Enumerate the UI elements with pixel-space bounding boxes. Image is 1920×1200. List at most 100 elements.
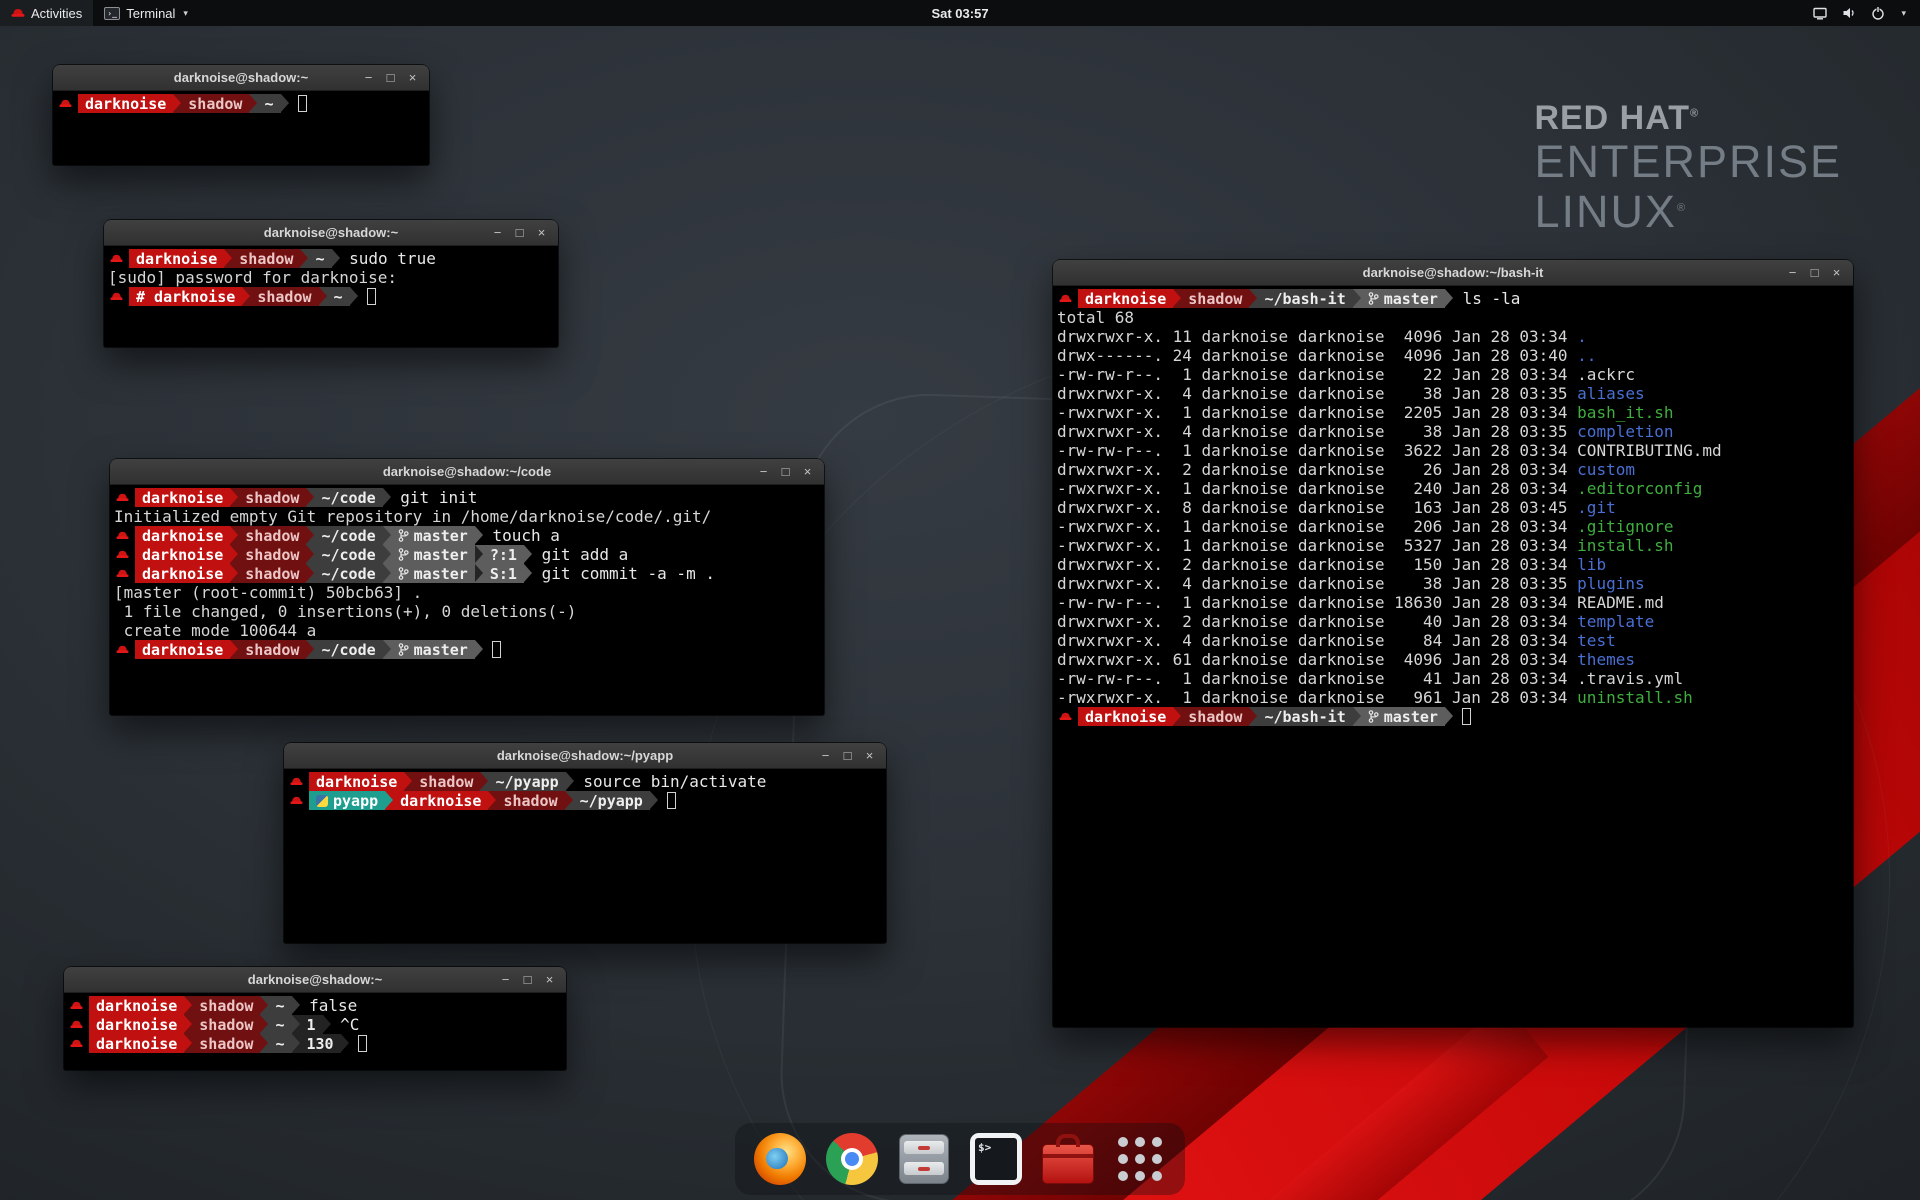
- powerline-arrow: [480, 772, 488, 791]
- minimize-button[interactable]: −: [498, 967, 513, 993]
- prompt-segment-host: shadow: [238, 526, 306, 545]
- top-bar: Activities Terminal ▾ Sat 03:57 ▾: [0, 0, 1920, 26]
- window-titlebar[interactable]: darknoise@shadow:~/bash-it−□×: [1053, 260, 1853, 286]
- terminal-content[interactable]: darknoiseshadow~ sudo true[sudo] passwor…: [104, 246, 558, 347]
- redhat-icon: [110, 287, 125, 306]
- powerline-arrow: [242, 287, 250, 306]
- clock[interactable]: Sat 03:57: [931, 6, 988, 21]
- chevron-down-icon: ▾: [183, 8, 188, 19]
- output-line: drwxrwxr-x. 4 darknoise darknoise 38 Jan…: [1057, 422, 1849, 441]
- powerline-arrow: [260, 996, 268, 1015]
- prompt-segment-path: ~/bash-it: [1257, 707, 1352, 726]
- powerline-arrow: [306, 640, 314, 659]
- prompt-line: darknoiseshadow~/bash-itmaster: [1057, 707, 1849, 726]
- prompt-segment-user: darknoise: [89, 1034, 184, 1053]
- window-titlebar[interactable]: darknoise@shadow:~−□ ×: [104, 220, 558, 246]
- maximize-button[interactable]: □: [1807, 260, 1822, 286]
- prompt-segment-host: shadow: [1181, 289, 1249, 308]
- minimize-button[interactable]: −: [818, 743, 833, 769]
- powerline-arrow: [323, 1015, 331, 1034]
- close-button[interactable]: ×: [534, 220, 549, 246]
- prompt-segment-path: ~: [257, 94, 280, 113]
- app-menu-terminal[interactable]: Terminal ▾: [93, 0, 199, 26]
- prompt-line: darknoiseshadow~ false: [68, 996, 562, 1015]
- directory-name: template: [1577, 612, 1654, 631]
- minimize-button[interactable]: −: [361, 65, 376, 91]
- prompt-segment-user: darknoise: [135, 526, 230, 545]
- window-controls: −□ ×: [484, 220, 558, 246]
- prompt-segment-git: ?:1: [483, 545, 524, 564]
- terminal-content[interactable]: darknoiseshadow~/code git initInitialize…: [110, 485, 824, 715]
- window-titlebar[interactable]: darknoise@shadow:~/code−□×: [110, 459, 824, 485]
- window-titlebar[interactable]: darknoise@shadow:~/pyapp−□×: [284, 743, 886, 769]
- prompt-segment-user: darknoise: [89, 996, 184, 1015]
- activities-button[interactable]: Activities: [0, 0, 93, 26]
- command-text: source bin/activate: [574, 772, 767, 791]
- toolbox-icon[interactable]: [1041, 1132, 1095, 1186]
- close-button[interactable]: ×: [862, 743, 877, 769]
- terminal-window: darknoise@shadow:~/code−□×darknoiseshado…: [110, 459, 824, 715]
- output-text: -rw-rw-r--. 1 darknoise darknoise 3622 J…: [1057, 441, 1577, 460]
- show-applications-icon[interactable]: [1113, 1132, 1167, 1186]
- prompt-segment-host: shadow: [238, 545, 306, 564]
- branding-linux: LINUX®: [1534, 187, 1842, 237]
- powerline-arrow: [306, 526, 314, 545]
- command-text: touch a: [483, 526, 560, 545]
- terminal-content[interactable]: darknoiseshadow~/bash-itmaster ls -latot…: [1053, 286, 1853, 1027]
- output-line: -rw-rw-r--. 1 darknoise darknoise 3622 J…: [1057, 441, 1849, 460]
- close-button[interactable]: ×: [1829, 260, 1844, 286]
- maximize-button[interactable]: □: [512, 220, 527, 246]
- activities-label: Activities: [31, 6, 82, 21]
- firefox-icon[interactable]: [753, 1132, 807, 1186]
- prompt-segment-path: ~/code: [314, 545, 382, 564]
- system-menu[interactable]: ▾: [1812, 5, 1920, 21]
- window-title: darknoise@shadow:~: [178, 225, 484, 240]
- prompt-segment-user: darknoise: [78, 94, 173, 113]
- close-button[interactable]: ×: [542, 967, 557, 993]
- git-branch-icon: [1368, 709, 1379, 724]
- maximize-button[interactable]: □: [840, 743, 855, 769]
- prompt-segment-user: darknoise: [1078, 289, 1173, 308]
- prompt-segment-git: master: [391, 640, 475, 659]
- output-line: -rwxrwxr-x. 1 darknoise darknoise 240 Ja…: [1057, 479, 1849, 498]
- powerline-arrow: [306, 488, 314, 507]
- output-text: -rwxrwxr-x. 1 darknoise darknoise 206 Ja…: [1057, 517, 1577, 536]
- directory-name: lib: [1577, 555, 1606, 574]
- prompt-segment-user: darknoise: [129, 249, 224, 268]
- output-text: Initialized empty Git repository in /hom…: [114, 507, 711, 526]
- minimize-button[interactable]: −: [756, 459, 771, 485]
- powerline-arrow: [383, 526, 391, 545]
- output-line: create mode 100644 a: [114, 621, 820, 640]
- directory-name: test: [1577, 631, 1616, 650]
- prompt-segment-host: shadow: [192, 1034, 260, 1053]
- powerline-arrow: [383, 488, 391, 507]
- maximize-button[interactable]: □: [520, 967, 535, 993]
- prompt-segment-host: shadow: [496, 791, 564, 810]
- window-titlebar[interactable]: darknoise@shadow:~−□×: [53, 65, 429, 91]
- redhat-icon: [70, 1015, 85, 1034]
- window-titlebar[interactable]: darknoise@shadow:~−□×: [64, 967, 566, 993]
- close-button[interactable]: ×: [800, 459, 815, 485]
- prompt-segment-user: darknoise: [1078, 707, 1173, 726]
- prompt-segment-host: shadow: [192, 996, 260, 1015]
- file-manager-icon[interactable]: [897, 1132, 951, 1186]
- powerline-arrow: [292, 1015, 300, 1034]
- prompt-segment-path: ~/code: [314, 488, 382, 507]
- chrome-icon[interactable]: [825, 1132, 879, 1186]
- prompt-segment-user: darknoise: [135, 488, 230, 507]
- terminal-content[interactable]: darknoiseshadow~/pyapp source bin/activa…: [284, 769, 886, 943]
- maximize-button[interactable]: □: [383, 65, 398, 91]
- minimize-button[interactable]: −: [1785, 260, 1800, 286]
- powerline-arrow: [524, 545, 532, 564]
- close-button[interactable]: ×: [405, 65, 420, 91]
- terminal-content[interactable]: darknoiseshadow~: [53, 91, 429, 165]
- prompt-segment-exit: 1: [300, 1015, 323, 1034]
- terminal-content[interactable]: darknoiseshadow~ falsedarknoiseshadow~1 …: [64, 993, 566, 1070]
- terminal-icon[interactable]: $>: [969, 1132, 1023, 1186]
- output-text: -rwxrwxr-x. 1 darknoise darknoise 240 Ja…: [1057, 479, 1577, 498]
- terminal-window: darknoise@shadow:~−□×darknoiseshadow~ fa…: [64, 967, 566, 1070]
- prompt-line: darknoiseshadow~/codemaster touch a: [114, 526, 820, 545]
- minimize-button[interactable]: −: [490, 220, 505, 246]
- maximize-button[interactable]: □: [778, 459, 793, 485]
- output-text: [master (root-commit) 50bcb63] .: [114, 583, 422, 602]
